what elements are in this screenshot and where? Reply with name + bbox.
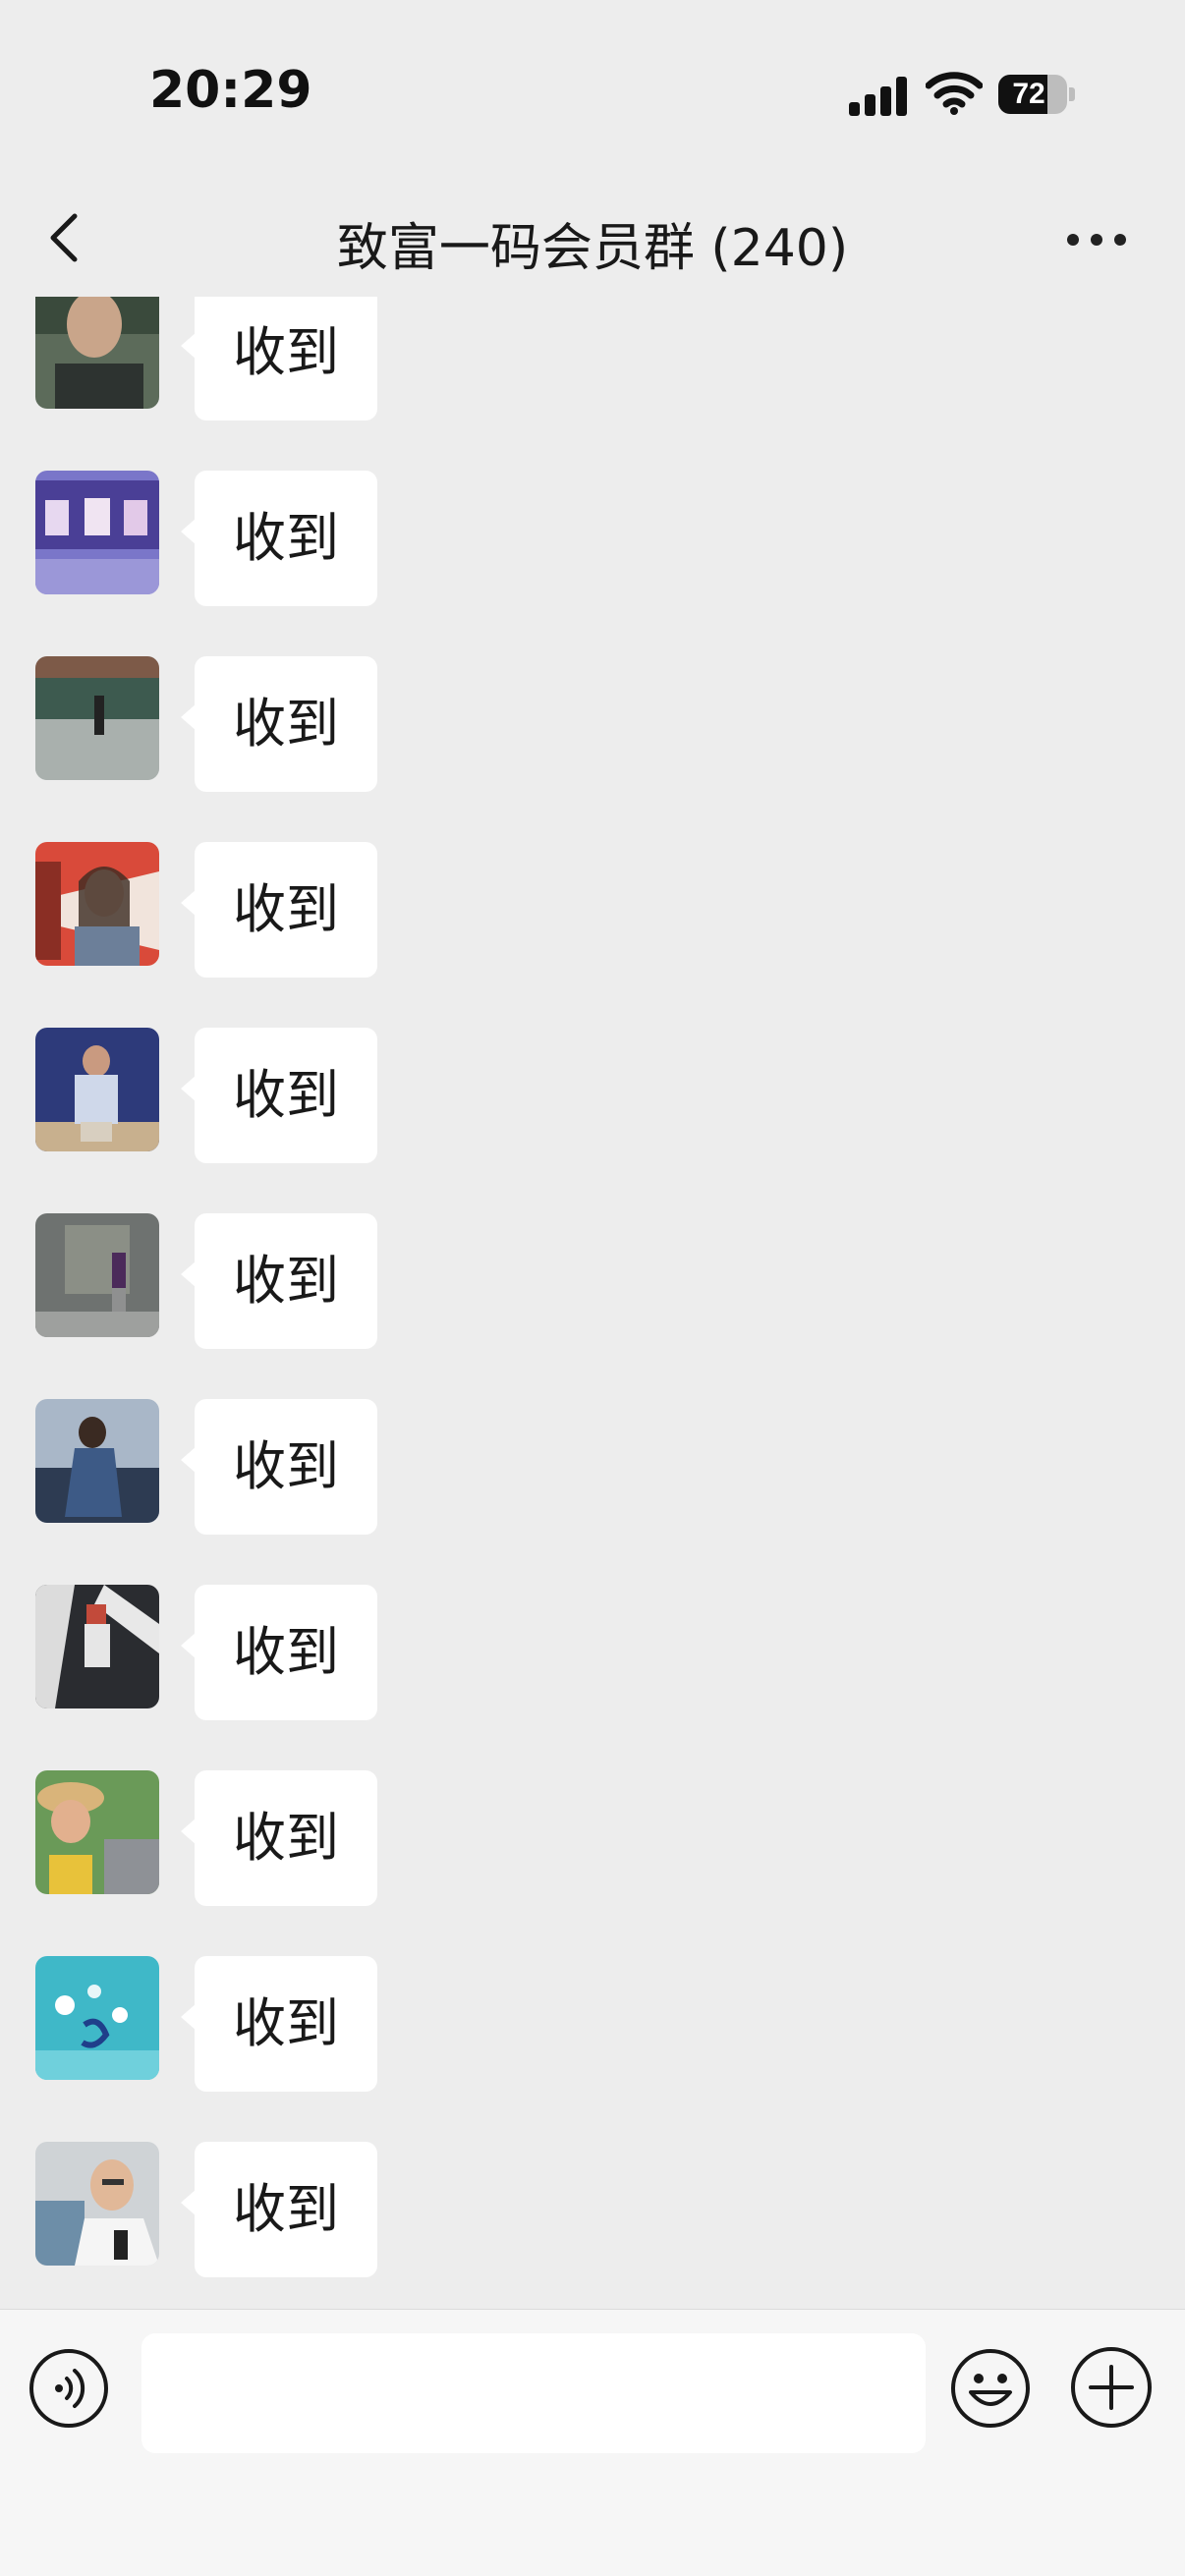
battery-icon: 72 [998, 75, 1075, 114]
message-row: 收到 [0, 1770, 1185, 1908]
message-bubble[interactable]: 收到 [181, 1585, 377, 1720]
message-bubble[interactable]: 收到 [181, 471, 377, 606]
avatar[interactable] [35, 297, 159, 409]
voice-button[interactable] [28, 2347, 110, 2430]
message-bubble[interactable]: 收到 [181, 1028, 377, 1163]
nav-bar: 致富一码会员群 (240) [0, 187, 1185, 297]
message-text: 收到 [233, 507, 339, 569]
plus-circle-icon [1071, 2347, 1152, 2428]
voice-icon [29, 2349, 108, 2428]
avatar[interactable] [35, 656, 159, 780]
message-text: 收到 [233, 1250, 339, 1312]
status-bar: 20:29 72 [0, 0, 1185, 187]
avatar[interactable] [35, 1956, 159, 2080]
message-text: 收到 [233, 1992, 339, 2054]
message-row: 收到 [0, 1213, 1185, 1351]
message-text: 收到 [233, 1621, 339, 1683]
plus-button[interactable] [1069, 2345, 1154, 2430]
avatar[interactable] [35, 2142, 159, 2266]
emoji-button[interactable] [949, 2347, 1032, 2430]
message-row: 收到 [0, 471, 1185, 608]
message-row: 收到 [0, 1585, 1185, 1722]
status-time: 20:29 [149, 61, 312, 120]
message-bubble[interactable]: 收到 [181, 1956, 377, 2092]
avatar[interactable] [35, 471, 159, 594]
message-text: 收到 [233, 1435, 339, 1497]
avatar[interactable] [35, 1213, 159, 1337]
message-list[interactable]: 收到 收到 收到 收到 收到 收到 收到 收到 收到 收到 收到 [0, 297, 1185, 2309]
avatar[interactable] [35, 842, 159, 966]
chat-screen: 20:29 72 致富一码会员群 (240) 收到 收到 收到 收到 收到 收到… [0, 0, 1185, 2576]
message-text: 收到 [233, 321, 339, 383]
message-text: 收到 [233, 693, 339, 755]
more-dots-icon [1067, 234, 1079, 246]
avatar[interactable] [35, 1585, 159, 1708]
cellular-signal-icon [849, 77, 908, 116]
message-bubble[interactable]: 收到 [181, 1213, 377, 1349]
battery-level: 72 [1012, 78, 1045, 110]
message-text: 收到 [233, 2178, 339, 2240]
message-row: 收到 [0, 1028, 1185, 1165]
message-text: 收到 [233, 1064, 339, 1126]
chat-title: 致富一码会员群 (240) [336, 219, 849, 278]
message-row: 收到 [0, 2142, 1185, 2279]
message-bubble[interactable]: 收到 [181, 1399, 377, 1535]
message-text: 收到 [233, 1807, 339, 1869]
message-row: 收到 [0, 656, 1185, 794]
message-row: 收到 [0, 297, 1185, 422]
message-bubble[interactable]: 收到 [181, 2142, 377, 2277]
message-text: 收到 [233, 878, 339, 940]
input-bar [0, 2309, 1185, 2576]
more-button[interactable] [1067, 234, 1126, 248]
message-input[interactable] [141, 2333, 926, 2453]
message-row: 收到 [0, 1956, 1185, 2094]
wifi-icon [926, 71, 983, 116]
message-row: 收到 [0, 842, 1185, 980]
message-bubble[interactable]: 收到 [181, 842, 377, 978]
emoji-icon [951, 2349, 1030, 2428]
avatar[interactable] [35, 1028, 159, 1151]
message-bubble[interactable]: 收到 [181, 1770, 377, 1906]
avatar[interactable] [35, 1770, 159, 1894]
avatar[interactable] [35, 1399, 159, 1523]
message-bubble[interactable]: 收到 [181, 656, 377, 792]
message-row: 收到 [0, 1399, 1185, 1537]
message-bubble[interactable]: 收到 [181, 297, 377, 420]
